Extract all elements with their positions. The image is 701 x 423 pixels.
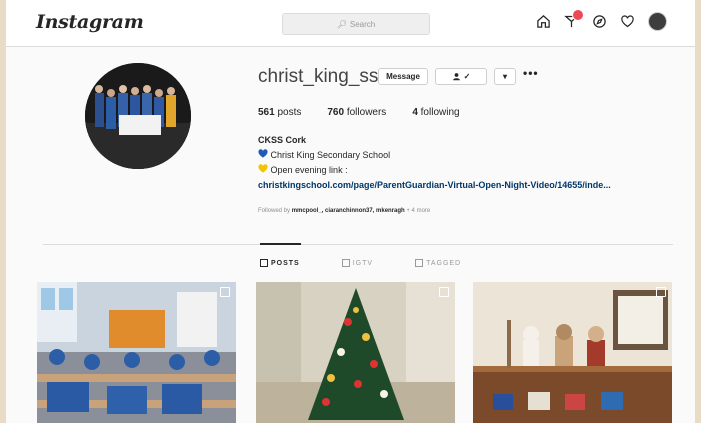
profile-photo-group [85, 63, 191, 169]
heart-icon[interactable] [620, 14, 635, 29]
bio-line-2: Open evening link : [258, 163, 688, 178]
profile-username: christ_king_ss [258, 66, 379, 87]
tab-posts-label: POSTS [271, 259, 300, 267]
more-options-icon[interactable]: ••• [523, 66, 539, 80]
followed-by-prefix: Followed by [258, 208, 291, 214]
multiple-photos-icon [439, 287, 449, 297]
profile-avatar-icon[interactable] [648, 12, 667, 31]
explore-icon[interactable] [592, 14, 607, 29]
followed-by-more: + 4 more [406, 208, 431, 214]
followed-by-names: mmcpool_, ciaranchinnon37, mkenragh [291, 208, 405, 214]
blue-heart-icon [258, 149, 268, 158]
art-display-photo [473, 282, 672, 423]
followed-by-text[interactable]: Followed by mmcpool_, ciaranchinnon37, m… [258, 208, 430, 214]
profile-stats: 561 posts 760 followers 4 following [258, 107, 460, 118]
suggested-dropdown-button[interactable]: ▾ [494, 68, 516, 85]
tag-icon [415, 259, 424, 267]
tabs-divider [43, 244, 673, 245]
search-input[interactable]: 🔎︎ Search [282, 13, 430, 35]
grid-icon [260, 259, 268, 267]
christmas-tree-photo [256, 282, 455, 423]
tab-tagged-label: TAGGED [426, 259, 462, 267]
profile-tabs: POSTS IGTV TAGGED [260, 259, 461, 267]
followers-label: followers [346, 107, 387, 118]
posts-count: 561 [258, 107, 275, 118]
tab-igtv-label: IGTV [352, 259, 374, 267]
person-icon [452, 73, 460, 81]
following-check: ✓ [463, 72, 471, 81]
message-button[interactable]: Message [378, 68, 428, 85]
search-placeholder: Search [349, 19, 376, 29]
bio-name: CKSS Cork [258, 135, 307, 145]
bio-website-link[interactable]: christkingschool.com/page/ParentGuardian… [258, 178, 688, 193]
instagram-window: Instagram 🔎︎ Search christ_king_ss Messa… [6, 0, 695, 423]
posts-stat: 561 posts [258, 107, 301, 118]
tv-icon [341, 259, 350, 267]
tab-tagged[interactable]: TAGGED [415, 259, 461, 267]
nav-icons [536, 9, 667, 31]
tab-igtv[interactable]: IGTV [341, 259, 374, 267]
messenger-button[interactable] [564, 9, 584, 29]
multiple-photos-icon [220, 287, 230, 297]
bio-open-evening: Open evening link : [270, 165, 348, 175]
posts-label: posts [277, 107, 302, 118]
profile-picture[interactable] [85, 63, 191, 169]
post-thumbnail-art-display[interactable] [473, 282, 672, 423]
top-navigation-bar: Instagram 🔎︎ Search [6, 0, 695, 47]
tab-posts[interactable]: POSTS [260, 259, 300, 267]
multiple-photos-icon [656, 287, 666, 297]
post-thumbnail-christmas-tree[interactable] [256, 282, 455, 423]
classroom-photo [37, 282, 236, 423]
active-tab-indicator [260, 243, 301, 245]
followers-count: 760 [327, 107, 345, 118]
search-icon: 🔎︎ [336, 19, 347, 29]
notification-badge [572, 9, 584, 21]
following-stat[interactable]: 4 following [412, 107, 459, 118]
instagram-logo[interactable]: Instagram [36, 11, 144, 33]
profile-bio: CKSS Cork Christ King Secondary School O… [258, 133, 688, 193]
yellow-heart-icon [258, 164, 268, 173]
bio-school-name: Christ King Secondary School [270, 150, 391, 160]
bio-line-1: Christ King Secondary School [258, 148, 688, 163]
followers-stat[interactable]: 760 followers [327, 107, 386, 118]
following-count: 4 [412, 107, 418, 118]
following-label: following [420, 107, 460, 118]
post-thumbnail-classroom[interactable] [37, 282, 236, 423]
home-icon[interactable] [536, 14, 551, 29]
following-button[interactable]: ✓ [435, 68, 487, 85]
